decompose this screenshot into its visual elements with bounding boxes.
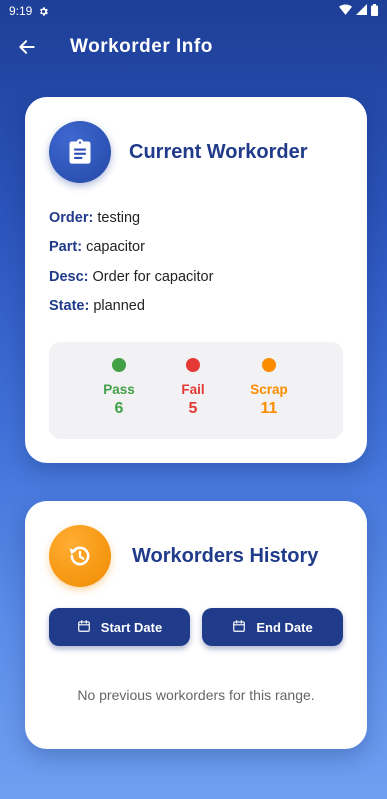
start-date-label: Start Date: [100, 619, 163, 635]
page-title: Workorder Info: [70, 36, 213, 57]
workorders-history-card: Workorders History Start Date End Date N…: [25, 501, 367, 749]
scrap-dot-icon: [262, 358, 276, 372]
part-label: Part:: [49, 239, 83, 255]
desc-field: Desc: Order for capacitor: [49, 269, 213, 285]
pass-stat: Pass 6: [89, 358, 149, 418]
current-workorder-card: Current Workorder Order: testing Part: c…: [25, 97, 367, 463]
workorders-history-title: Workorders History: [132, 545, 319, 567]
order-value: testing: [97, 210, 141, 226]
end-date-button[interactable]: End Date: [202, 608, 343, 646]
fail-label: Fail: [181, 382, 205, 397]
battery-icon: [371, 3, 378, 19]
desc-value: Order for capacitor: [92, 269, 214, 285]
pass-dot-icon: [112, 358, 126, 372]
scrap-stat: Scrap 11: [239, 358, 299, 418]
state-value: planned: [93, 298, 145, 314]
fail-dot-icon: [186, 358, 200, 372]
status-bar: 9:19: [0, 0, 387, 22]
back-arrow-icon[interactable]: [16, 36, 38, 58]
part-field: Part: capacitor: [49, 239, 145, 255]
scrap-value: 11: [260, 400, 278, 417]
end-date-label: End Date: [256, 619, 313, 635]
order-label: Order:: [49, 210, 94, 226]
cell-signal-icon: [356, 4, 367, 18]
current-workorder-title: Current Workorder: [129, 141, 308, 163]
pass-label: Pass: [103, 382, 135, 397]
scrap-label: Scrap: [250, 382, 288, 397]
app-bar: Workorder Info: [0, 22, 387, 72]
settings-gear-icon: [38, 6, 49, 17]
start-date-button[interactable]: Start Date: [49, 608, 190, 646]
desc-label: Desc:: [49, 269, 89, 285]
fail-value: 5: [188, 400, 198, 417]
empty-history-message: No previous workorders for this range.: [77, 687, 315, 703]
pass-value: 6: [114, 400, 124, 417]
calendar-icon: [77, 619, 91, 636]
calendar-icon: [232, 619, 246, 636]
clipboard-icon: [49, 121, 111, 183]
stats-panel: Pass 6 Fail 5 Scrap 11: [49, 342, 343, 439]
status-time: 9:19: [9, 4, 33, 18]
wifi-icon: [339, 4, 352, 18]
order-field: Order: testing: [49, 210, 140, 226]
part-value: capacitor: [86, 239, 145, 255]
state-field: State: planned: [49, 298, 145, 314]
history-icon: [49, 525, 111, 587]
state-label: State:: [49, 298, 90, 314]
fail-stat: Fail 5: [163, 358, 223, 418]
